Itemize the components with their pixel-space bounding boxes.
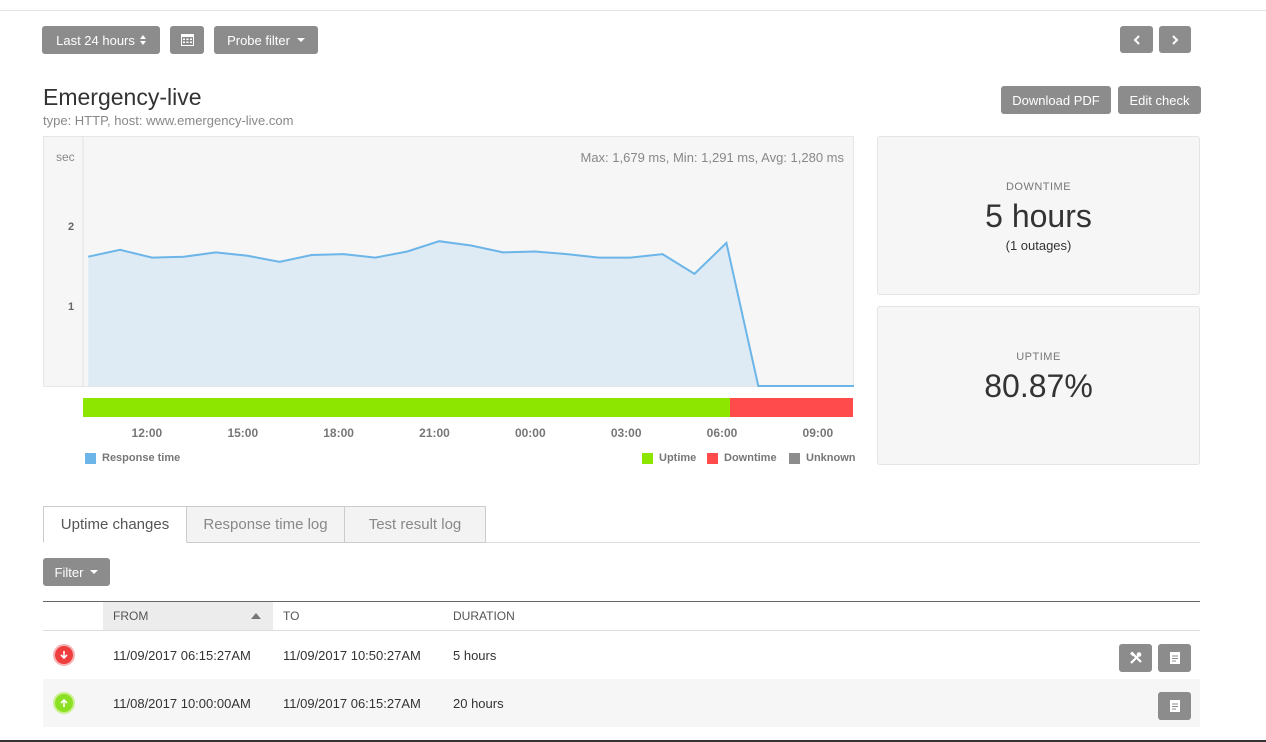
cell-to: 11/09/2017 06:15:27AM xyxy=(283,695,421,711)
download-pdf-button[interactable]: Download PDF xyxy=(1001,86,1111,114)
notes-icon xyxy=(1169,700,1180,712)
header-label: FROM xyxy=(113,609,149,623)
tab-uptime-changes[interactable]: Uptime changes xyxy=(43,506,187,543)
downtime-panel: DOWNTIME 5 hours (1 outages) xyxy=(877,136,1200,295)
legend-label: Uptime xyxy=(659,452,697,464)
cell-to: 11/09/2017 10:50:27AM xyxy=(283,647,421,663)
filter-dropdown[interactable]: Filter xyxy=(43,558,110,586)
x-tick-label: 18:00 xyxy=(323,426,354,440)
previous-period-button[interactable] xyxy=(1120,26,1153,53)
calendar-icon xyxy=(180,34,194,46)
caret-down-icon xyxy=(90,570,99,574)
table-row: 11/08/2017 10:00:00AM 11/09/2017 06:15:2… xyxy=(43,679,1200,727)
probe-filter-dropdown[interactable]: Probe filter xyxy=(214,26,318,54)
downtime-value: 5 hours xyxy=(985,198,1092,234)
x-tick-label: 12:00 xyxy=(131,426,163,440)
status-down-icon xyxy=(53,644,75,666)
y-tick-2: 2 xyxy=(68,221,75,233)
filter-label: Filter xyxy=(54,564,84,580)
next-period-button[interactable] xyxy=(1159,26,1191,53)
outages-count: (1 outages) xyxy=(1005,238,1072,253)
top-border xyxy=(0,0,1266,11)
chevron-right-icon xyxy=(1172,34,1179,45)
legend-unknown: Unknown xyxy=(789,452,856,464)
column-header-to[interactable]: TO xyxy=(273,602,443,630)
status-bar-downtime xyxy=(730,398,853,417)
downtime-label: DOWNTIME xyxy=(1005,181,1072,193)
cell-from: 11/09/2017 06:15:27AM xyxy=(113,647,251,663)
notes-button[interactable] xyxy=(1158,692,1191,720)
time-range-label: Last 24 hours xyxy=(56,32,135,48)
calendar-button[interactable] xyxy=(170,26,204,54)
tab-response-time-log[interactable]: Response time log xyxy=(186,506,345,543)
status-up-icon xyxy=(53,692,75,714)
response-stats: Max: 1,679 ms, Min: 1,291 ms, Avg: 1,280… xyxy=(580,150,845,165)
legend-downtime: Downtime xyxy=(707,452,777,464)
probe-filter-label: Probe filter xyxy=(227,32,290,48)
header-label: TO xyxy=(283,609,300,623)
check-title: Emergency-live xyxy=(43,84,202,110)
legend-label: Downtime xyxy=(724,452,777,464)
response-time-area xyxy=(88,241,855,386)
notes-icon xyxy=(1169,652,1180,664)
time-range-select[interactable]: Last 24 hours xyxy=(42,26,160,54)
x-tick-label: 09:00 xyxy=(802,426,834,440)
legend-label: Unknown xyxy=(806,452,856,464)
updown-arrows-icon xyxy=(139,35,146,45)
x-tick-label: 00:00 xyxy=(514,426,546,440)
x-tick-label: 06:00 xyxy=(706,426,738,440)
x-tick-label: 21:00 xyxy=(419,426,450,440)
header-label: DURATION xyxy=(453,609,515,623)
uptime-value: 80.87% xyxy=(984,368,1093,404)
table-header: FROM TO DURATION xyxy=(43,601,1200,631)
edit-check-button[interactable]: Edit check xyxy=(1118,86,1201,114)
status-bar-uptime xyxy=(83,398,730,417)
legend-swatch xyxy=(789,452,800,464)
legend-response-time: Response time xyxy=(85,452,180,464)
y-tick-1: 1 xyxy=(68,301,75,313)
caret-down-icon xyxy=(296,38,305,42)
cell-from: 11/08/2017 10:00:00AM xyxy=(113,695,251,711)
x-tick-label: 03:00 xyxy=(610,426,642,440)
cell-duration: 5 hours xyxy=(453,647,497,663)
chevron-left-icon xyxy=(1133,34,1140,45)
uptime-label: UPTIME xyxy=(1016,351,1061,363)
notes-button[interactable] xyxy=(1158,644,1191,672)
cell-duration: 20 hours xyxy=(453,695,504,711)
sort-asc-icon xyxy=(251,613,261,619)
legend-label: Response time xyxy=(102,452,181,464)
x-tick-label: 15:00 xyxy=(227,426,259,440)
tools-icon xyxy=(1129,651,1142,664)
legend-swatch xyxy=(642,452,653,464)
column-header-duration[interactable]: DURATION xyxy=(443,602,613,630)
maintenance-button[interactable] xyxy=(1119,644,1152,672)
legend-uptime: Uptime xyxy=(642,452,696,464)
legend-swatch xyxy=(85,452,96,464)
response-time-chart-plot xyxy=(82,137,855,417)
column-header-from[interactable]: FROM xyxy=(103,602,273,630)
check-subtitle: type: HTTP, host: www.emergency-live.com xyxy=(43,113,294,128)
table-row: 11/09/2017 06:15:27AM 11/09/2017 10:50:2… xyxy=(43,631,1200,679)
uptime-panel: UPTIME 80.87% xyxy=(877,306,1200,465)
y-axis-unit: sec xyxy=(56,150,75,164)
legend-swatch xyxy=(707,452,718,464)
tab-test-result-log[interactable]: Test result log xyxy=(344,506,486,543)
